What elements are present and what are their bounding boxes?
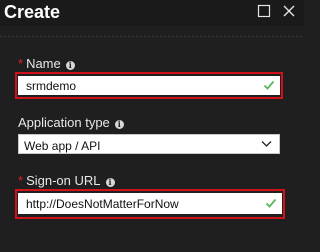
sign-on-url-label: * Sign-on URL i bbox=[18, 173, 115, 189]
sign-on-url-label-text: Sign-on URL bbox=[26, 173, 101, 188]
name-input[interactable]: srmdemo bbox=[18, 76, 280, 95]
create-blade: Create * Name i srmdemo Application type i … bbox=[0, 0, 304, 252]
info-icon[interactable]: i bbox=[65, 61, 75, 70]
blade-header: Create bbox=[0, 0, 304, 26]
name-input-value: srmdemo bbox=[26, 79, 77, 93]
application-type-selected: Web app / API bbox=[24, 139, 101, 153]
header-divider bbox=[0, 36, 304, 37]
info-icon[interactable]: i bbox=[114, 120, 124, 129]
maximize-icon[interactable] bbox=[257, 4, 271, 18]
application-type-label-text: Application type bbox=[18, 115, 110, 130]
required-star: * bbox=[18, 173, 24, 188]
chevron-down-icon bbox=[261, 141, 272, 147]
sign-on-url-input[interactable]: http://DoesNotMatterForNow bbox=[18, 193, 282, 214]
close-icon[interactable] bbox=[282, 4, 296, 18]
required-star: * bbox=[18, 56, 24, 71]
info-icon[interactable]: i bbox=[105, 178, 115, 187]
application-type-label: Application type i bbox=[18, 115, 124, 131]
application-type-select[interactable]: Web app / API bbox=[18, 134, 280, 154]
name-label-text: Name bbox=[26, 56, 61, 71]
name-label: * Name i bbox=[18, 56, 75, 72]
sign-on-url-input-value: http://DoesNotMatterForNow bbox=[26, 197, 179, 211]
checkmark-icon bbox=[263, 80, 275, 90]
page-title: Create bbox=[4, 2, 61, 22]
checkmark-icon bbox=[265, 198, 277, 208]
